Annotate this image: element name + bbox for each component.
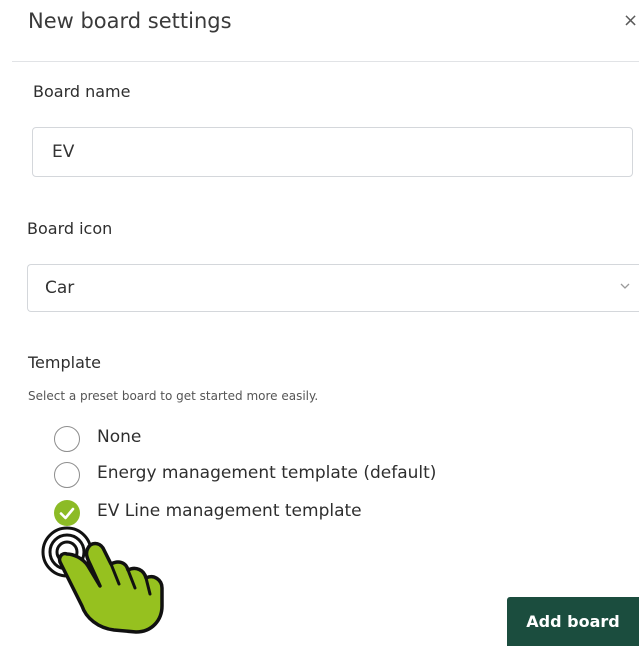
board-icon-label: Board icon bbox=[27, 219, 113, 238]
pointing-hand-icon bbox=[41, 526, 164, 634]
close-button[interactable]: × bbox=[623, 6, 638, 36]
board-name-label: Board name bbox=[33, 82, 131, 101]
board-icon-select[interactable]: Car bbox=[27, 264, 639, 312]
template-label: Template bbox=[28, 353, 102, 372]
radio-unchecked-icon[interactable] bbox=[54, 462, 80, 488]
dialog-title: New board settings bbox=[28, 9, 232, 33]
template-option-label: Energy management template (default) bbox=[97, 463, 437, 483]
board-icon-selected-value: Car bbox=[45, 278, 75, 298]
chevron-down-icon bbox=[620, 283, 630, 289]
template-option-label: None bbox=[97, 427, 142, 447]
board-name-input[interactable] bbox=[32, 127, 633, 177]
template-option-label: EV Line management template bbox=[97, 501, 362, 521]
radio-unchecked-icon[interactable] bbox=[54, 426, 80, 452]
template-help-text: Select a preset board to get started mor… bbox=[28, 389, 319, 403]
title-divider bbox=[12, 61, 639, 62]
add-board-button[interactable]: Add board bbox=[507, 597, 639, 646]
